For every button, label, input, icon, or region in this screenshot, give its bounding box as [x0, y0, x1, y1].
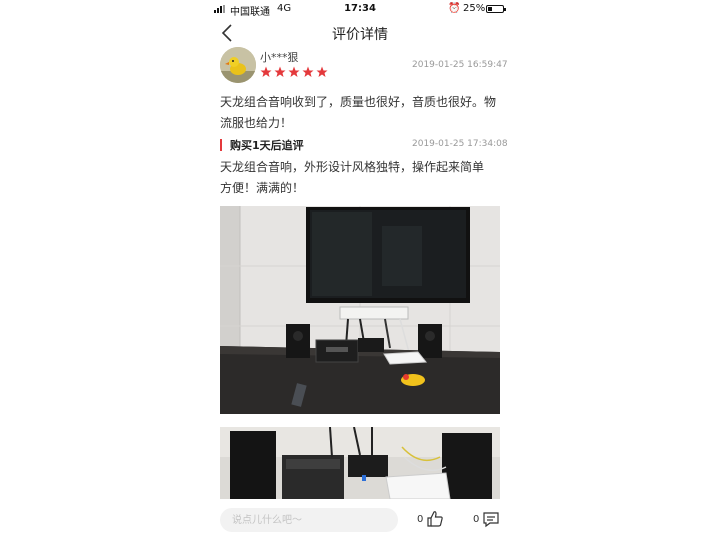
nav-bar: 评价详情 [210, 18, 510, 48]
thumbs-up-icon[interactable] [426, 510, 444, 528]
star-icon [316, 66, 328, 77]
status-bar: 中国联通 4G 17:34 ⏰ 25% [210, 0, 510, 18]
battery-icon [486, 5, 506, 13]
review-date: 2019-01-25 16:59:47 [412, 60, 508, 70]
comment-icon[interactable] [482, 510, 500, 528]
alarm-icon: ⏰ [448, 3, 461, 14]
followup-accent-bar [220, 139, 222, 151]
phone-screen: 中国联通 4G 17:34 ⏰ 25% 评价详情 小***狠 2019-01-2… [210, 0, 510, 540]
page-title: 评价详情 [332, 27, 388, 43]
rating-stars [260, 63, 330, 77]
review-photo[interactable] [220, 206, 500, 414]
star-icon [302, 66, 314, 77]
review-photo[interactable] [220, 427, 500, 499]
avatar[interactable] [220, 47, 256, 83]
comment-count: 0 [473, 514, 480, 525]
followup-label: 购买1天后追评 [230, 139, 304, 152]
star-icon [274, 66, 286, 77]
followup-text: 天龙组合音响，外形设计风格独特，操作起来简单方便！满满的！ [220, 160, 485, 195]
star-icon [260, 66, 272, 77]
like-count: 0 [417, 514, 424, 525]
battery-percent: 25% [463, 3, 486, 14]
comment-input[interactable] [220, 508, 398, 532]
star-icon [288, 66, 300, 77]
review-text: 天龙组合音响收到了，质量也很好，音质也很好。物流服也给力！ [220, 95, 497, 130]
followup-date: 2019-01-25 17:34:08 [412, 139, 508, 149]
